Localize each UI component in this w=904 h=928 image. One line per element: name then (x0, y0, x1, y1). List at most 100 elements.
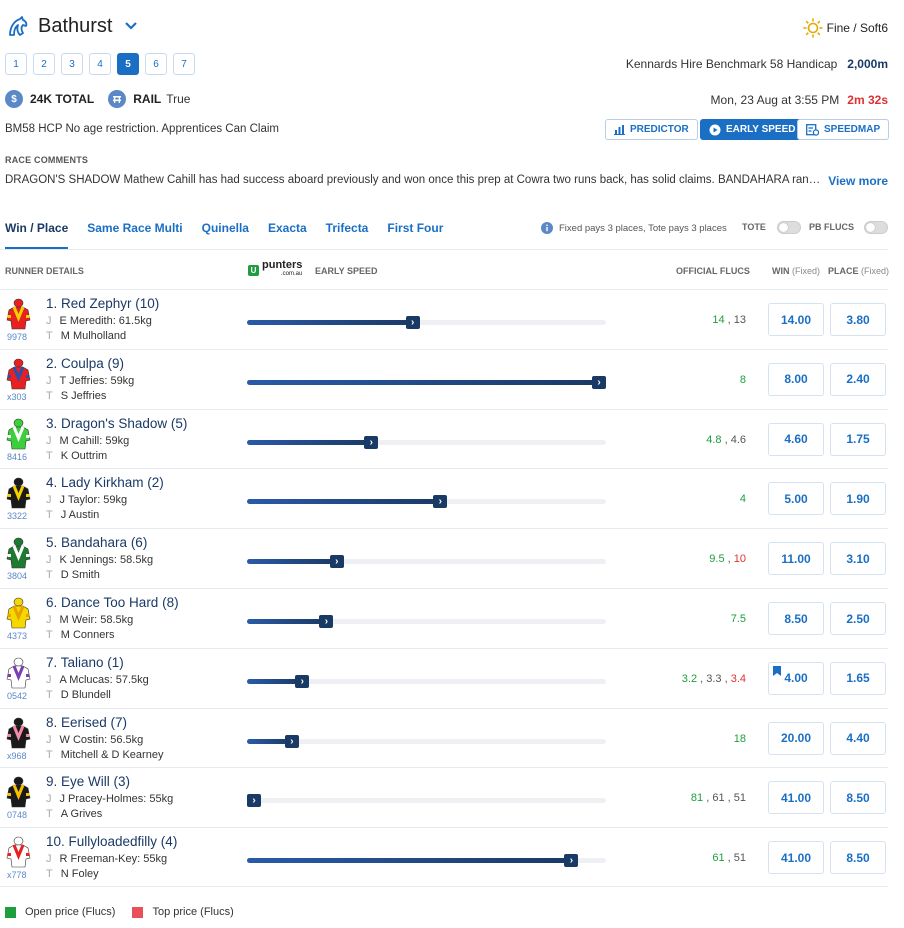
silk-number[interactable]: x778 (7, 870, 27, 880)
win-price-button[interactable]: 5.00 (768, 482, 824, 516)
jockey-line: J T Jeffries: 59kg (46, 375, 134, 387)
jockey-prefix: J (46, 853, 52, 866)
silk-number[interactable]: 9978 (7, 332, 27, 342)
view-more-link[interactable]: View more (828, 174, 888, 188)
runner-row[interactable]: x303 2. Coulpa (9) J T Jeffries: 59kg T S Jef… (0, 348, 888, 409)
info-icon[interactable] (541, 222, 553, 234)
trainer-prefix: T (46, 569, 53, 582)
official-flucs: 81 , 61 , 51 (691, 792, 746, 804)
runner-name[interactable]: 3. Dragon's Shadow (5) (46, 416, 187, 431)
early-speed-header: EARLY SPEED (315, 266, 378, 276)
silk-number[interactable]: 4373 (7, 631, 27, 641)
speedmap-button[interactable]: SPEEDMAP (797, 119, 890, 140)
runner-row[interactable]: 0748 9. Eye Will (3) J J Pracey-Holmes: 55k… (0, 767, 888, 827)
runner-row[interactable]: 3322 4. Lady Kirkham (2) J J Taylor: 59kg T J… (0, 468, 888, 528)
venue-title[interactable]: Bathurst (38, 15, 112, 38)
runner-name[interactable]: 2. Coulpa (9) (46, 356, 124, 371)
win-price-button[interactable]: 41.00 (768, 781, 824, 815)
runner-name[interactable]: 10. Fullyloadedfilly (4) (46, 834, 177, 849)
trainer-line: T S Jeffries (46, 390, 106, 402)
race-comments-text: DRAGON'S SHADOW Mathew Cahill has had su… (5, 174, 823, 186)
place-price-button[interactable]: 1.75 (830, 422, 886, 456)
win-price-button[interactable]: 8.50 (768, 602, 824, 635)
win-header: WIN (Fixed) (772, 266, 820, 276)
silk-number[interactable]: x303 (7, 392, 27, 402)
punters-logo: U punters .com.au (248, 260, 302, 279)
win-price-button[interactable]: 20.00 (768, 721, 824, 755)
place-price-button[interactable]: 3.80 (830, 303, 886, 336)
place-price: 4.40 (846, 731, 870, 746)
place-price-button[interactable]: 4.40 (830, 721, 886, 755)
place-price-button[interactable]: 3.10 (830, 542, 886, 576)
flucs-separator: , (724, 314, 734, 326)
win-price-button[interactable]: 8.00 (768, 362, 824, 396)
bet-tab-quinella[interactable]: Quinella (202, 221, 249, 249)
predictor-button[interactable]: PREDICTOR (605, 119, 698, 140)
dollar-icon: $ (5, 90, 23, 108)
win-price-button[interactable]: 4.60 (768, 422, 824, 456)
runner-name[interactable]: 1. Red Zephyr (10) (46, 296, 159, 311)
silk-number[interactable]: 3322 (7, 511, 27, 521)
silk-number[interactable]: 8416 (7, 452, 27, 462)
fluc-price: 9.5 (709, 553, 725, 566)
pays-note: Fixed pays 3 places, Tote pays 3 places (541, 222, 727, 234)
early-speed-bar: › (247, 375, 606, 389)
runner-row[interactable]: x968 8. Eerised (7) J W Costin: 56.5kg T Mitc… (0, 707, 888, 768)
runner-name[interactable]: 8. Eerised (7) (46, 715, 127, 730)
bet-tab-first-four[interactable]: First Four (387, 221, 443, 249)
trainer-name: J Austin (60, 509, 100, 522)
win-price-button[interactable]: 11.00 (768, 542, 824, 576)
bet-tab-same-race-multi[interactable]: Same Race Multi (87, 221, 182, 249)
place-price-button[interactable]: 1.90 (830, 482, 886, 516)
win-price-button[interactable]: 14.00 (768, 303, 824, 336)
place-price-button[interactable]: 2.50 (830, 602, 886, 635)
runner-row[interactable]: 4373 6. Dance Too Hard (8) J M Weir: 58.5kg… (0, 588, 888, 648)
place-price-button[interactable]: 1.65 (830, 661, 886, 695)
win-price: 5.00 (784, 491, 808, 506)
jockey-name: W Costin: 56.5kg (59, 733, 144, 746)
win-price-button[interactable]: 4.00 (768, 661, 824, 695)
place-price-button[interactable]: 8.50 (830, 841, 886, 875)
jockey-prefix: J (46, 614, 52, 626)
official-flucs: 9.5 , 10 (709, 553, 746, 565)
fluc-price: 18 (733, 732, 746, 745)
race-tab-6[interactable]: 6 (145, 53, 167, 75)
bet-tab-exacta[interactable]: Exacta (268, 221, 307, 249)
runner-name[interactable]: 4. Lady Kirkham (2) (46, 475, 164, 490)
fluc-price: 4.6 (730, 433, 746, 446)
runner-row[interactable]: 9978 1. Red Zephyr (10) J E Meredith: 61.5k… (0, 289, 888, 349)
trainer-prefix: T (46, 748, 53, 761)
runner-name[interactable]: 6. Dance Too Hard (8) (46, 595, 179, 610)
race-tab-3[interactable]: 3 (61, 53, 83, 75)
early-speed-button[interactable]: EARLY SPEED (700, 119, 805, 140)
bet-tab-win-place[interactable]: Win / Place (5, 221, 69, 249)
race-tab-4[interactable]: 4 (89, 53, 111, 75)
race-tab-1[interactable]: 1 (5, 53, 27, 75)
runner-name[interactable]: 9. Eye Will (3) (46, 774, 130, 789)
chevron-down-icon[interactable] (124, 20, 138, 32)
race-tab-5[interactable]: 5 (117, 53, 139, 75)
place-price-button[interactable]: 8.50 (830, 781, 886, 815)
runner-name[interactable]: 7. Taliano (1) (46, 655, 124, 670)
silk-number[interactable]: 0542 (7, 691, 27, 701)
bet-tab-trifecta[interactable]: Trifecta (326, 221, 369, 249)
trainer-name: S Jeffries (60, 389, 107, 402)
prize-rail-row: $ 24K TOTAL RAIL True (5, 90, 190, 108)
win-price-button[interactable]: 41.00 (768, 841, 824, 875)
silk-number[interactable]: x968 (7, 751, 27, 761)
runner-row[interactable]: 8416 3. Dragon's Shadow (5) J M Cahill: 59k… (0, 408, 888, 469)
chevron-right-icon: › (405, 316, 420, 329)
pb-flucs-toggle[interactable] (864, 221, 888, 234)
race-tab-2[interactable]: 2 (33, 53, 55, 75)
silk-number[interactable]: 0748 (7, 810, 27, 820)
fluc-price: 8 (739, 373, 746, 386)
runner-row[interactable]: 3804 5. Bandahara (6) J K Jennings: 58.5kg T… (0, 528, 888, 588)
jockey-line: J R Freeman-Key: 55kg (46, 853, 167, 865)
runner-row[interactable]: x778 10. Fullyloadedfilly (4) J R Freeman-K… (0, 827, 888, 887)
runner-name[interactable]: 5. Bandahara (6) (46, 535, 147, 550)
silk-number[interactable]: 3804 (7, 571, 27, 581)
place-price-button[interactable]: 2.40 (830, 362, 886, 396)
race-tab-7[interactable]: 7 (173, 53, 195, 75)
tote-toggle[interactable] (777, 221, 801, 234)
runner-row[interactable]: 0542 7. Taliano (1) J A Mclucas: 57.5kg T D B… (0, 647, 888, 708)
